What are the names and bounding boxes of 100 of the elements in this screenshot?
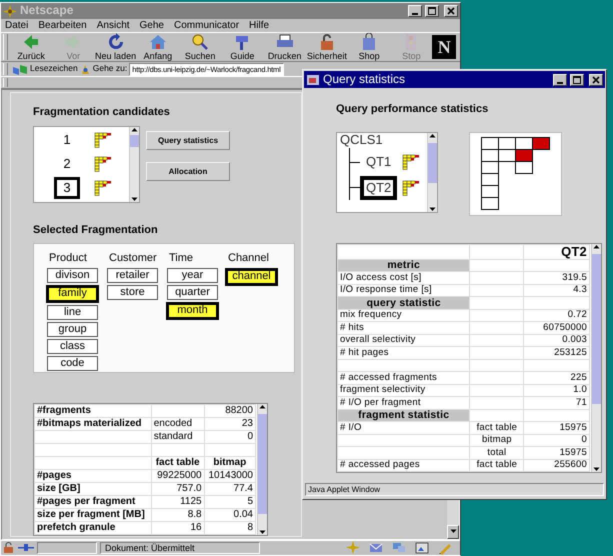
table-cell: # accessed fragments <box>338 372 470 384</box>
table-cell: 8.8 <box>151 508 204 522</box>
down-arrow-icon <box>593 467 600 472</box>
up-arrow-icon <box>429 132 436 138</box>
level-option[interactable]: class <box>47 338 98 354</box>
maximize-button[interactable] <box>425 5 439 17</box>
plug-icon <box>18 543 34 552</box>
table-cell: 71 <box>524 396 590 410</box>
toolbar-button[interactable]: Sicherheit <box>306 33 348 62</box>
table-cell: 0 <box>524 434 590 447</box>
reload-icon <box>106 33 125 52</box>
scrollbar[interactable] <box>427 132 437 212</box>
scrollbar-thumb[interactable] <box>592 254 601 404</box>
scrollbar[interactable] <box>129 127 139 202</box>
table-cell: 0.003 <box>524 334 590 347</box>
toolbar-button[interactable]: Shop <box>348 33 390 62</box>
column-header: bitmap <box>204 456 256 470</box>
table-cell: #pages <box>34 469 152 482</box>
level-option[interactable]: retailer <box>107 268 158 283</box>
minimize-button[interactable] <box>553 74 567 86</box>
scrollbar-thumb[interactable] <box>130 135 139 148</box>
close-button[interactable] <box>589 74 603 86</box>
applet-button[interactable]: Query statistics <box>146 131 230 150</box>
maximize-icon <box>573 76 581 84</box>
level-option[interactable]: store <box>107 284 158 300</box>
table-cell: # accessed pages <box>338 459 470 472</box>
table-cell: 16 <box>151 521 204 534</box>
table-cell: # I/O per fragment <box>338 396 470 410</box>
candidate-item[interactable]: 2 <box>54 153 80 176</box>
toolbar-button[interactable]: Neu laden <box>94 33 137 62</box>
tree-node[interactable]: QT2 <box>360 176 398 200</box>
toolbar-button[interactable]: Drucken <box>263 33 306 62</box>
fragment-bars-icon <box>402 154 420 170</box>
menu-item[interactable]: Ansicht <box>96 20 130 32</box>
minimize-button[interactable] <box>408 5 422 17</box>
level-option[interactable]: line <box>47 304 98 320</box>
table-cell: overall selectivity <box>338 334 470 347</box>
column-header: QT2 <box>524 244 590 260</box>
table-cell: # hit pages <box>338 346 470 360</box>
up-arrow-icon <box>131 127 138 132</box>
table-cell: fact table <box>470 459 524 472</box>
up-arrow-icon <box>593 244 600 249</box>
level-option[interactable]: group <box>47 322 98 337</box>
menu-item[interactable]: Datei <box>5 20 28 32</box>
menu-item[interactable]: Bearbeiten <box>38 20 87 32</box>
scrollbar[interactable] <box>257 404 267 535</box>
column-header: fact table <box>151 456 204 470</box>
applet-cup-icon <box>306 73 320 86</box>
tree-node[interactable]: QT1 <box>360 150 398 175</box>
maximize-icon <box>428 7 436 15</box>
level-option[interactable]: family <box>46 284 99 303</box>
picture-frame-icon[interactable] <box>415 540 429 555</box>
level-option[interactable]: quarter <box>167 284 218 300</box>
scrollbar-thumb[interactable] <box>258 414 267 514</box>
applet-button[interactable]: Allocation <box>146 162 230 182</box>
level-option[interactable]: month <box>166 302 219 320</box>
toolbar-button[interactable]: Anfang <box>136 33 179 62</box>
toolbar-button[interactable]: Suchen <box>178 33 222 62</box>
bookmarks-button[interactable]: Lesezeichen <box>30 64 78 74</box>
table-cell: 1.0 <box>524 384 590 397</box>
maximize-button[interactable] <box>570 74 584 86</box>
tree-node[interactable]: QCLS1 <box>337 132 383 148</box>
menu-item[interactable]: Gehe <box>140 20 164 32</box>
candidate-item[interactable]: 3 <box>54 177 80 200</box>
menu-item[interactable]: Hilfe <box>249 20 270 32</box>
table-cell: 88200 <box>204 404 256 418</box>
chat-bubble-icon[interactable] <box>392 540 406 555</box>
table-cell: encoded <box>151 417 204 430</box>
search-icon <box>191 33 210 52</box>
table-cell: 5 <box>204 495 256 508</box>
query-tree[interactable]: QCLS1 QT1 QT2 <box>336 132 438 213</box>
table-cell: prefetch granule <box>34 521 152 534</box>
star-icon[interactable] <box>346 540 360 555</box>
table-cell: 23 <box>204 417 256 430</box>
level-option[interactable]: year <box>167 268 218 283</box>
level-option[interactable]: code <box>47 356 98 371</box>
envelope-icon[interactable] <box>369 540 383 555</box>
dimension-label: Channel <box>227 252 270 265</box>
level-option[interactable]: channel <box>225 268 278 286</box>
window-title: Query statistics <box>323 72 406 86</box>
star-logo-icon <box>3 4 17 18</box>
scrollbar[interactable] <box>591 244 601 472</box>
section-header: metric <box>338 259 470 272</box>
home-icon <box>148 33 167 52</box>
table-cell: 253125 <box>524 346 590 360</box>
toolbar-button[interactable]: Guide <box>221 33 264 62</box>
table-cell: 4.3 <box>524 284 590 297</box>
candidate-item[interactable]: 1 <box>54 129 80 152</box>
level-option[interactable]: divison <box>47 268 98 283</box>
down-arrow-icon <box>259 530 266 535</box>
table-cell: size [GB] <box>34 482 152 496</box>
close-button[interactable] <box>444 5 458 17</box>
table-cell: #pages per fragment <box>34 495 152 508</box>
toolbar-button[interactable]: Zurück <box>10 33 52 62</box>
table-cell: 319.5 <box>524 272 590 284</box>
candidate-list[interactable]: 1 2 3 <box>33 126 140 204</box>
scrollbar-thumb[interactable] <box>428 142 437 183</box>
lock-icon <box>3 542 15 554</box>
menu-item[interactable]: Communicator <box>174 20 240 32</box>
location-icon <box>80 64 91 75</box>
